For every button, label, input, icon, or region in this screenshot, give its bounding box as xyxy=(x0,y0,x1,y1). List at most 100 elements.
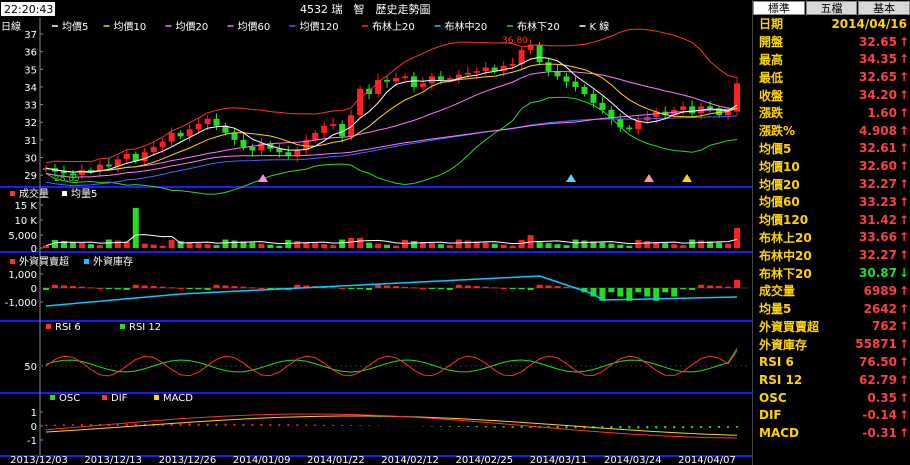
foreign-bar xyxy=(563,286,570,288)
rsi-series xyxy=(45,348,738,377)
candle xyxy=(321,125,328,133)
candle xyxy=(419,83,426,87)
arrow-up-icon: ↑ xyxy=(898,301,910,316)
legend-label: 外資庫存 xyxy=(93,255,133,268)
candle xyxy=(572,81,579,87)
foreign-bar xyxy=(249,287,256,289)
volume-bar xyxy=(105,239,112,248)
quote-value: 34.20 xyxy=(859,88,897,103)
rsi-legend: RSI 6 RSI 12 xyxy=(46,322,161,333)
foreign-bar xyxy=(635,288,642,293)
quote-row: 均價5 32.61 ↑ xyxy=(753,140,910,158)
volume-bar xyxy=(428,243,435,248)
low-label: 28.85 xyxy=(54,174,80,184)
quote-row: 開盤 32.65 ↑ xyxy=(753,33,910,51)
quote-row: 布林上20 33.66 ↑ xyxy=(753,229,910,247)
volume-bar xyxy=(437,244,444,248)
ma5-line xyxy=(45,56,738,173)
volume-bar xyxy=(222,239,229,248)
legend-label: MACD xyxy=(163,393,193,404)
candle xyxy=(590,94,597,103)
candle xyxy=(437,76,444,80)
y-tick-label: 35 xyxy=(24,65,37,76)
quote-row: 日期 2014/04/16 xyxy=(753,15,910,33)
legend-label: 均價20 xyxy=(176,20,209,33)
x-tick-label: 2014/01/22 xyxy=(307,455,365,465)
arrow-up-icon: ↑ xyxy=(898,52,910,67)
quote-label: RSI 6 xyxy=(759,355,794,370)
candle xyxy=(285,152,292,156)
candle xyxy=(464,72,471,75)
volume-bar xyxy=(393,245,399,248)
legend-label: 外資買賣超 xyxy=(19,255,69,268)
volume-bar xyxy=(195,243,202,248)
volume-bar xyxy=(348,237,355,248)
candle xyxy=(294,150,301,156)
volume-bar xyxy=(482,242,489,248)
volume-bar xyxy=(96,245,103,248)
quote-value: 34.35 xyxy=(859,52,897,67)
legend-label: RSI 6 xyxy=(55,322,81,333)
quote-row: RSI 12 62.79 ↑ xyxy=(753,371,910,389)
volume-bar xyxy=(43,245,49,248)
quote-label: 開盤 xyxy=(759,35,784,50)
tab-1[interactable]: 五檔 xyxy=(805,1,858,15)
volume-bar xyxy=(375,243,382,248)
candle xyxy=(536,44,543,63)
foreign-bar xyxy=(240,286,247,288)
volume-bar xyxy=(410,241,417,248)
stock-chart[interactable]: 22:20:43 4532 瑞 智 歷史走勢圖 日線 均價5 均價10 均價20 均價… xyxy=(0,0,752,465)
candle xyxy=(141,152,148,162)
quote-value: 32.27 xyxy=(859,177,897,192)
foreign-bar xyxy=(222,285,229,288)
volume-bar xyxy=(599,242,606,248)
quote-tabs: 標準 五檔 基本 xyxy=(753,1,910,15)
quote-value: 2014/04/16 xyxy=(831,16,907,31)
quote-value: 33.23 xyxy=(859,194,897,209)
volume-bar xyxy=(330,245,337,248)
arrow-up-icon: ↑ xyxy=(898,230,910,245)
arrow-up-icon: ↑ xyxy=(898,34,910,49)
candle xyxy=(734,83,741,112)
y-tick-label: 33 xyxy=(24,101,37,112)
candle xyxy=(410,76,417,87)
candle xyxy=(393,78,399,82)
quote-row: DIF -0.14 ↑ xyxy=(753,407,910,425)
quote-label: 布林中20 xyxy=(759,248,812,263)
bollinger-upper-line xyxy=(45,28,738,164)
tab-2[interactable]: 基本 xyxy=(858,1,910,15)
tab-0[interactable]: 標準 xyxy=(753,1,805,15)
candle xyxy=(204,118,211,124)
volume-ma-line xyxy=(45,234,738,247)
quote-value: 1.60 xyxy=(867,105,897,120)
foreign-bar xyxy=(51,284,58,288)
volume-bar xyxy=(276,245,283,248)
quote-label: 收盤 xyxy=(759,88,784,103)
foreign-bar xyxy=(132,284,139,288)
arrow-up-icon: ↑ xyxy=(898,194,910,209)
volume-bar xyxy=(554,244,561,248)
legend-swatch xyxy=(120,324,125,329)
legend-label: 均價5 xyxy=(62,20,88,33)
volume-bar xyxy=(366,242,373,248)
high-label: 36.80 xyxy=(502,36,528,46)
foreign-bar xyxy=(482,286,489,288)
volume-bar xyxy=(734,227,741,248)
candle xyxy=(482,67,489,72)
arrow-up-icon: ↑ xyxy=(898,390,910,405)
volume-bar xyxy=(671,244,678,248)
y-tick-label: 29 xyxy=(24,171,37,182)
volume-bar xyxy=(617,244,624,248)
candle xyxy=(581,86,588,94)
quote-label: 成交量 xyxy=(759,284,796,299)
y-tick-label: 1 xyxy=(31,408,37,419)
foreign-bar xyxy=(437,288,444,290)
foreign-bar xyxy=(87,287,94,289)
foreign-series xyxy=(43,275,741,307)
foreign-bar xyxy=(384,285,391,288)
volume-bar xyxy=(78,243,85,248)
foreign-bar xyxy=(141,285,148,288)
volume-bar xyxy=(689,239,696,248)
legend-label: 布林下20 xyxy=(517,20,560,33)
arrow-down-icon: ↓ xyxy=(898,266,910,281)
